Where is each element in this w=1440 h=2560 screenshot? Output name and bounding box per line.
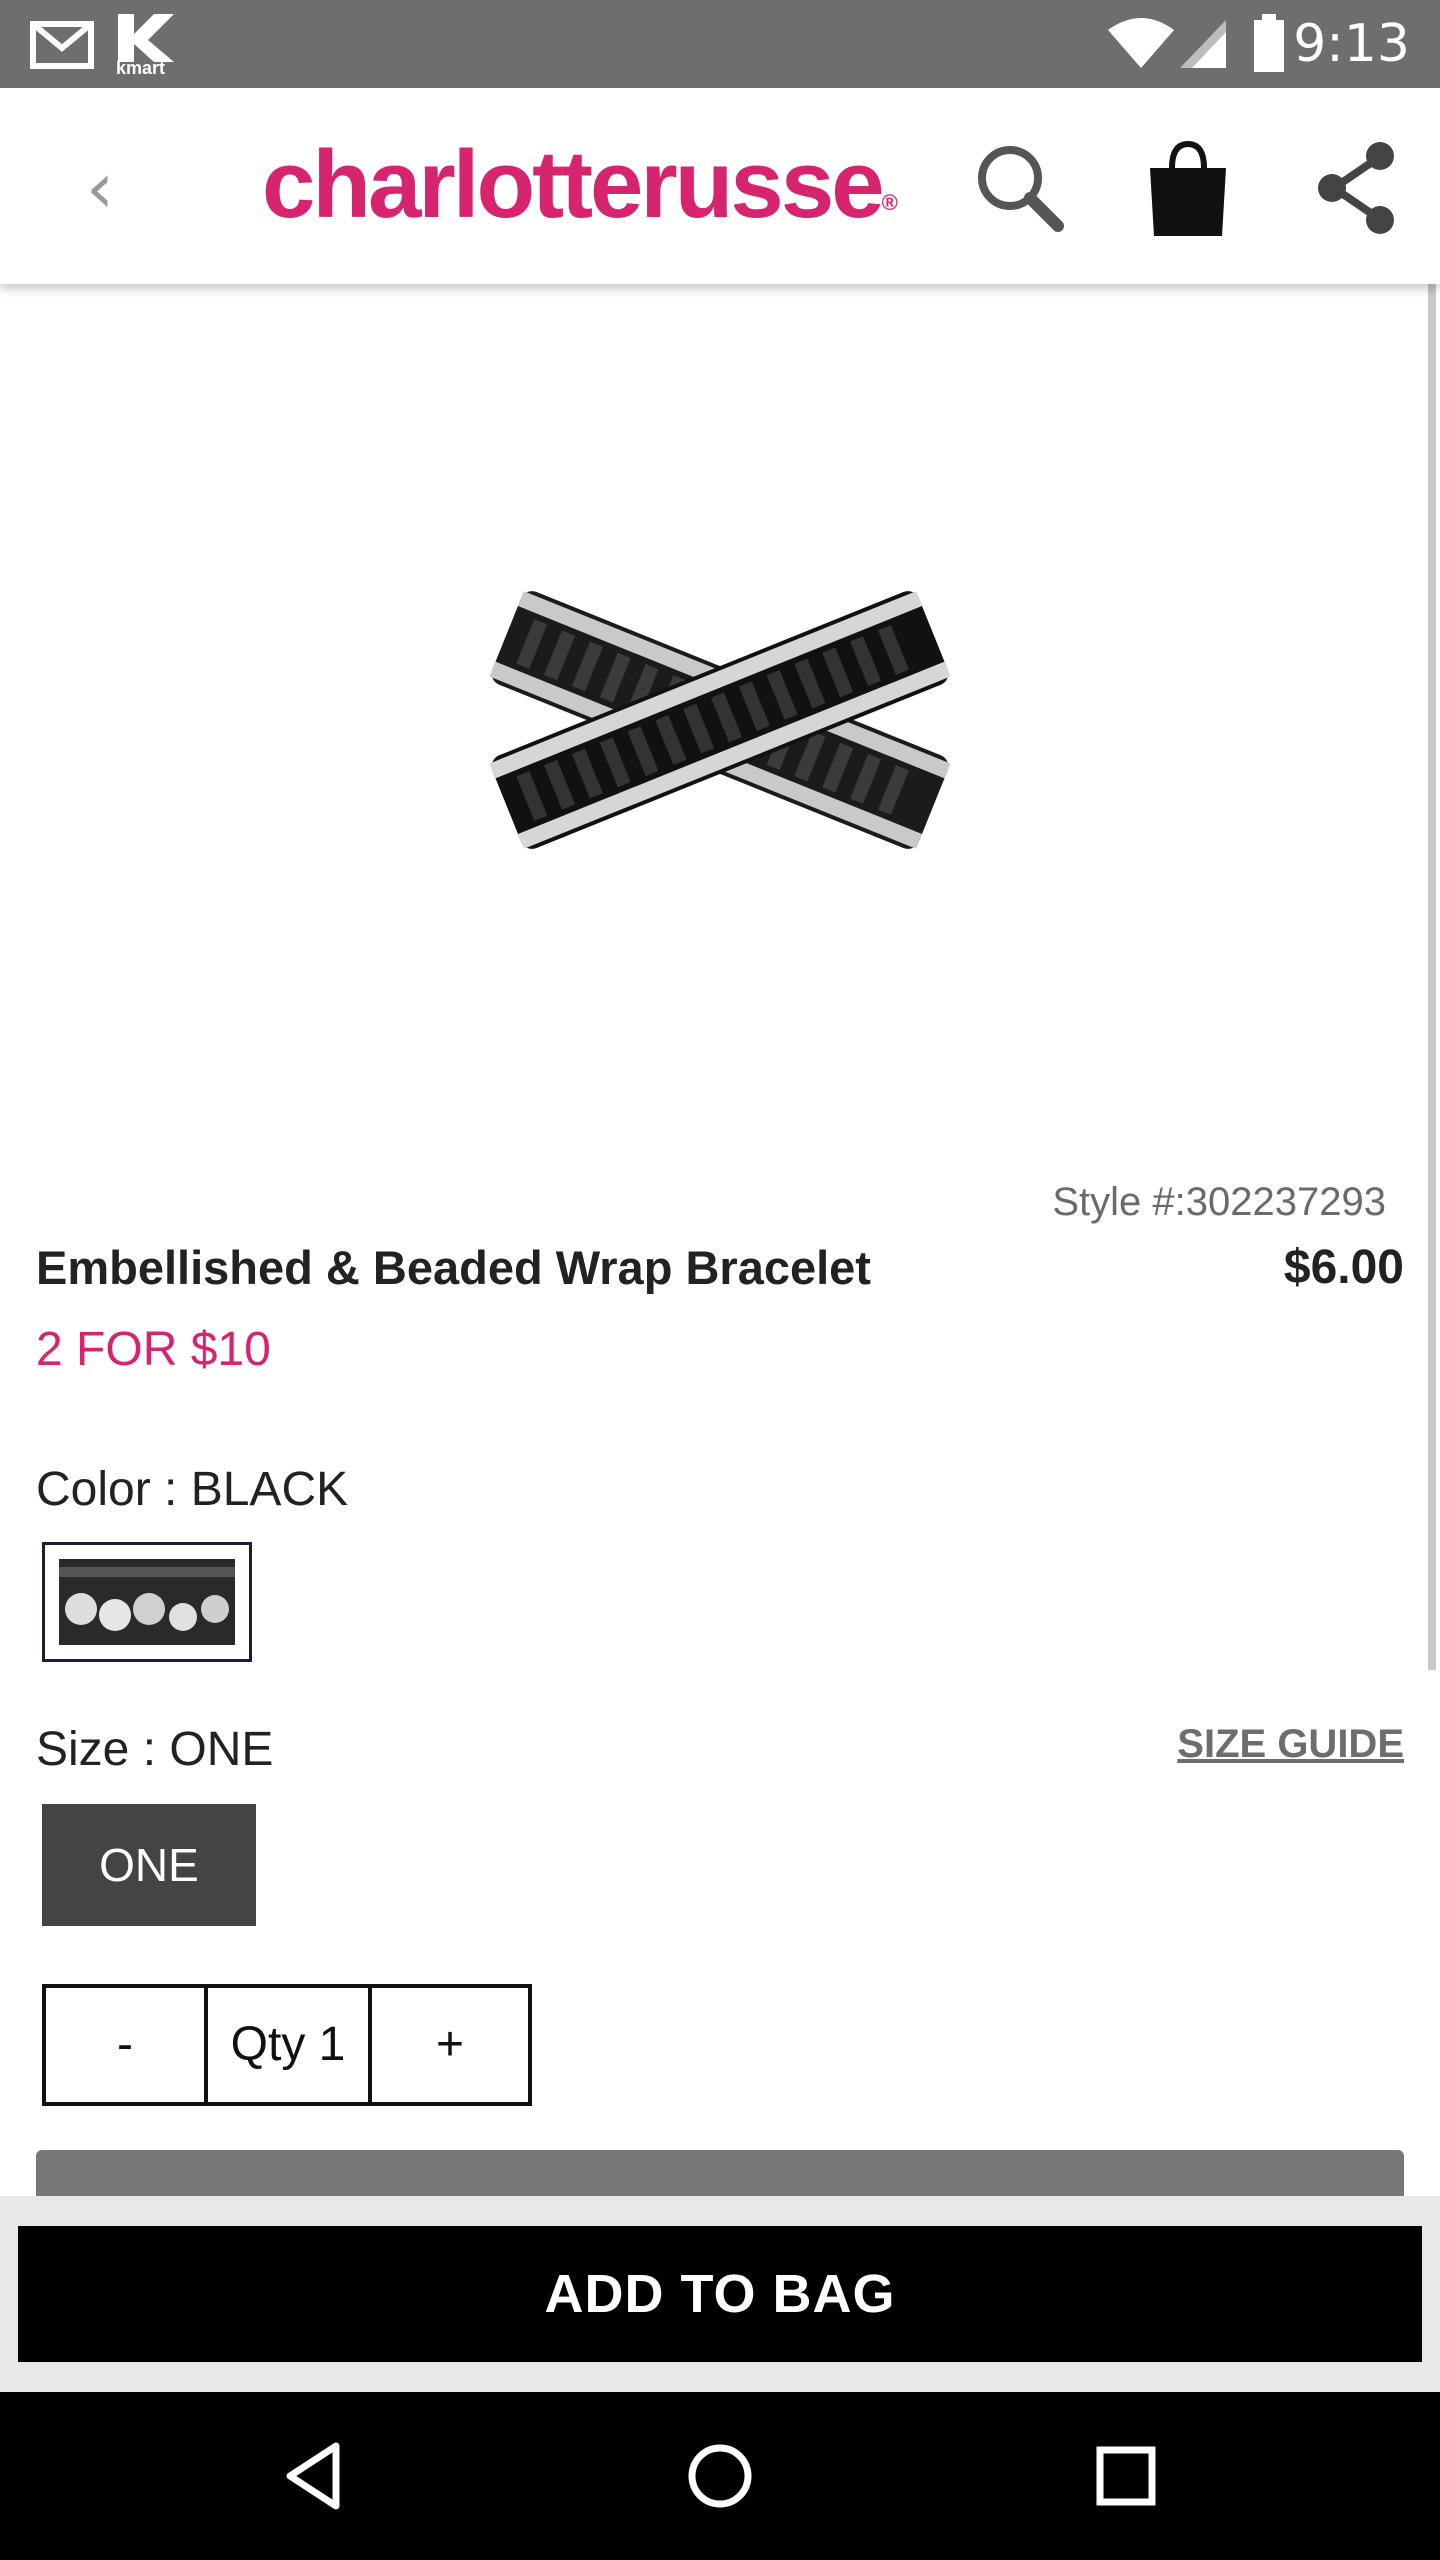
home-nav-icon[interactable] — [680, 2436, 760, 2516]
color-label: Color : BLACK — [36, 1463, 349, 1516]
size-option-one[interactable]: ONE — [42, 1804, 256, 1926]
back-icon: ‹ — [86, 147, 114, 229]
brand-logo[interactable]: charlotterusse® — [262, 130, 898, 240]
qty-decrement-button[interactable]: - — [46, 1988, 208, 2102]
quantity-stepper: - Qty 1 + — [42, 1984, 532, 2106]
app-header: ‹ charlotterusse® — [0, 88, 1440, 284]
scrollbar[interactable] — [1428, 284, 1436, 1670]
partially-hidden-button[interactable] — [36, 2150, 1404, 2196]
size-guide-link[interactable]: SIZE GUIDE — [1177, 1722, 1404, 1767]
clock: 9:13 — [1293, 14, 1410, 74]
logo-text: charlotterusse — [262, 131, 885, 238]
recents-nav-icon[interactable] — [1086, 2436, 1166, 2516]
kmart-label: kmart — [116, 58, 166, 78]
status-bar: kmart 9:13 — [0, 0, 1440, 88]
size-label: Size : ONE — [36, 1723, 274, 1776]
gmail-icon — [30, 21, 94, 69]
back-button[interactable]: ‹ — [70, 148, 130, 228]
style-number: Style #:302237293 — [1052, 1180, 1386, 1224]
wifi-icon — [1108, 18, 1174, 68]
back-nav-icon[interactable] — [276, 2436, 356, 2516]
promo-text: 2 FOR $10 — [36, 1323, 271, 1376]
product-image[interactable] — [480, 520, 960, 920]
shopping-bag-icon[interactable] — [1138, 138, 1238, 238]
share-icon[interactable] — [1306, 138, 1406, 238]
system-nav-bar — [0, 2392, 1440, 2560]
search-icon[interactable] — [970, 138, 1070, 238]
add-to-bag-button[interactable]: ADD TO BAG — [18, 2226, 1422, 2362]
qty-increment-button[interactable]: + — [372, 1988, 528, 2102]
signal-icon — [1180, 20, 1226, 68]
product-title: Embellished & Beaded Wrap Bracelet — [36, 1241, 871, 1294]
battery-icon — [1254, 14, 1284, 72]
product-price: $6.00 — [1283, 1241, 1404, 1294]
color-swatch-black[interactable] — [42, 1542, 252, 1662]
swatch-image — [59, 1559, 235, 1645]
qty-value: Qty 1 — [208, 1988, 372, 2102]
registered-mark: ® — [881, 190, 898, 215]
